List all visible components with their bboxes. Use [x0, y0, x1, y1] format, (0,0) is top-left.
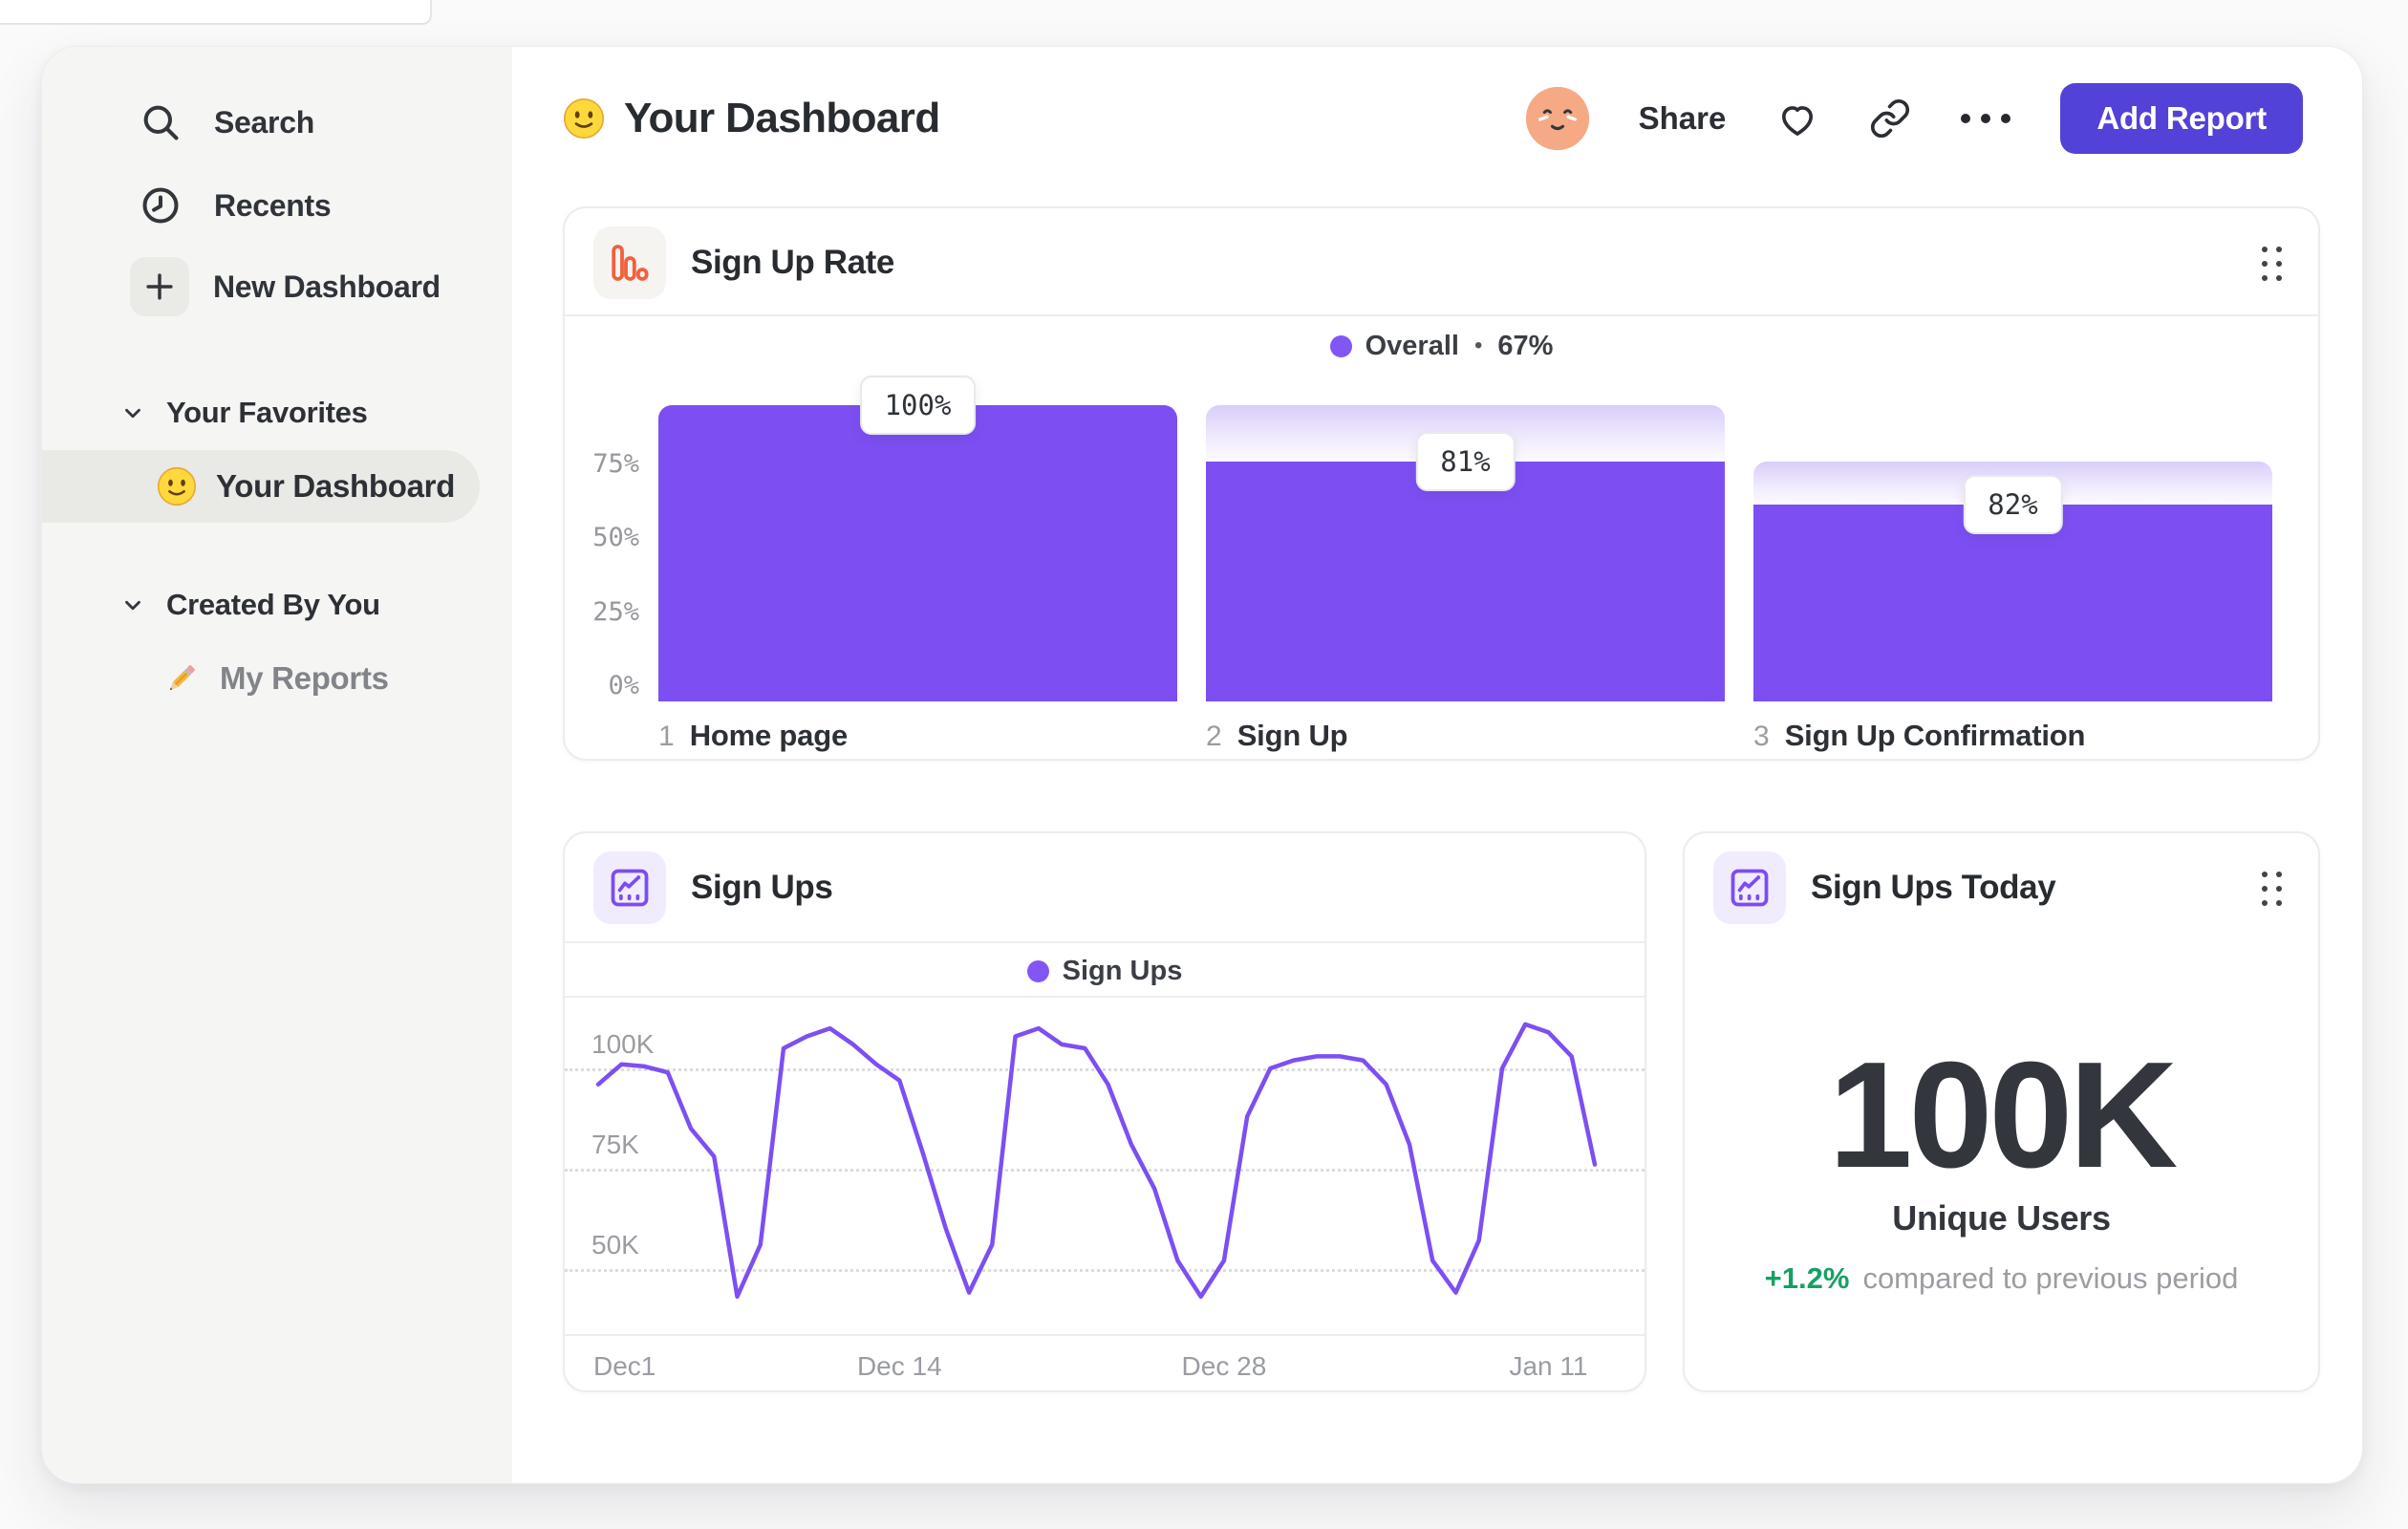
- drag-handle-icon[interactable]: [2262, 872, 2282, 906]
- sidebar-item-label: Recents: [214, 187, 332, 223]
- smiley-emoji-icon: [563, 97, 605, 140]
- step-number: 1: [658, 721, 675, 752]
- funnel-step-label: 2 Sign Up: [1206, 719, 1725, 753]
- sidebar: Search Recents New Dashboard Your Favori…: [42, 47, 512, 1483]
- funnel-bar[interactable]: 100%: [658, 376, 1177, 701]
- link-icon[interactable]: [1869, 97, 1911, 140]
- sign-ups-line: [595, 1022, 1598, 1300]
- funnel-step-label: 3 Sign Up Confirmation: [1753, 719, 2272, 753]
- sidebar-item-recents[interactable]: Recents: [42, 169, 512, 242]
- funnel-bar-converted: [1206, 461, 1725, 701]
- sidebar-item-my-reports[interactable]: My Reports: [42, 642, 480, 715]
- funnel-value-badge: 82%: [1963, 475, 2063, 535]
- funnel-step-labels: 1 Home page 2 Sign Up 3 Sign Up Confirmation: [658, 719, 2272, 753]
- card-title: Sign Ups: [691, 868, 833, 906]
- funnel-bar[interactable]: 82%: [1753, 405, 2272, 701]
- plus-icon: [129, 256, 190, 317]
- sidebar-section-label: Created By You: [166, 588, 380, 621]
- dashboard-header: Your Dashboard Share Add Report: [512, 47, 2362, 190]
- legend-dot-icon: [1329, 334, 1352, 357]
- bar-chart-icon: [593, 226, 666, 299]
- share-button[interactable]: Share: [1639, 100, 1727, 137]
- step-number: 2: [1206, 721, 1222, 752]
- legend-series-value: 67%: [1497, 330, 1554, 361]
- line-chart: 100K 75K 50K: [565, 996, 1645, 1334]
- funnel-bar[interactable]: 81%: [1206, 405, 1725, 701]
- step-name: Sign Up Confirmation: [1784, 719, 2086, 752]
- line-x-tick-label: Dec1: [593, 1351, 656, 1381]
- metric-delta-note: compared to previous period: [1862, 1261, 2239, 1295]
- funnel-y-tick-label: 75%: [592, 448, 639, 479]
- legend-series-name: Overall: [1365, 330, 1459, 361]
- sidebar-item-label: New Dashboard: [213, 269, 441, 304]
- chevron-down-icon: [120, 400, 145, 425]
- metric-value: 100K: [1828, 1031, 2179, 1199]
- sidebar-item-search[interactable]: Search: [42, 86, 512, 159]
- search-icon: [130, 92, 191, 153]
- add-report-button[interactable]: Add Report: [2060, 83, 2303, 154]
- smiley-emoji-icon: [157, 466, 197, 506]
- line-x-axis: Dec1 Dec 14 Dec 28 Jan 11: [565, 1334, 1645, 1392]
- sidebar-section-your-favorites[interactable]: Your Favorites: [42, 386, 512, 440]
- metric-delta: +1.2%: [1764, 1261, 1850, 1295]
- sign-ups-today-card: Sign Ups Today 100K Unique Users +1.2% c…: [1683, 831, 2320, 1392]
- legend-dot-icon: [1026, 959, 1049, 982]
- clock-icon: [130, 175, 191, 236]
- heart-icon[interactable]: [1775, 97, 1819, 140]
- card-title: Sign Up Rate: [691, 243, 894, 281]
- legend-series-name: Sign Ups: [1062, 955, 1183, 986]
- line-chart-icon: [593, 851, 666, 924]
- background-window-edge: [0, 0, 432, 25]
- sidebar-section-label: Your Favorites: [166, 396, 368, 429]
- page-title: Your Dashboard: [624, 95, 940, 141]
- line-x-tick-label: Jan 11: [1509, 1351, 1588, 1381]
- card-title: Sign Ups Today: [1811, 868, 2056, 906]
- metric-label: Unique Users: [1892, 1198, 2111, 1238]
- sidebar-item-new-dashboard[interactable]: New Dashboard: [42, 250, 512, 323]
- line-x-tick-label: Dec 28: [1181, 1351, 1267, 1381]
- funnel-y-tick-label: 25%: [592, 596, 639, 627]
- sidebar-item-label: My Reports: [220, 660, 389, 696]
- sign-up-rate-card: Sign Up Rate Overall • 67% 0% 25% 50% 75% 10…: [563, 206, 2320, 761]
- sidebar-item-your-dashboard[interactable]: Your Dashboard: [42, 450, 480, 523]
- funnel-legend: Overall • 67%: [565, 327, 2318, 365]
- more-options-icon[interactable]: [1961, 114, 2011, 123]
- funnel-chart: 0% 25% 50% 75% 100% 81% 82%: [565, 376, 2318, 701]
- funnel-bar-converted: [658, 405, 1177, 701]
- funnel-value-badge: 100%: [859, 376, 977, 435]
- funnel-y-tick-label: 0%: [608, 671, 639, 700]
- legend-separator: •: [1473, 333, 1483, 358]
- avatar[interactable]: [1525, 87, 1589, 150]
- sign-ups-card: Sign Ups Sign Ups 100K 75K 50K Dec1 Dec 14 D…: [563, 831, 1646, 1392]
- step-number: 3: [1753, 721, 1770, 752]
- sidebar-section-created-by-you[interactable]: Created By You: [42, 578, 512, 632]
- sidebar-item-label: Search: [214, 104, 314, 140]
- funnel-value-badge: 81%: [1415, 431, 1516, 491]
- step-name: Home page: [689, 719, 848, 752]
- chevron-down-icon: [120, 592, 145, 617]
- step-name: Sign Up: [1236, 719, 1348, 752]
- funnel-step-label: 1 Home page: [658, 719, 1177, 753]
- sidebar-item-label: Your Dashboard: [216, 468, 456, 504]
- line-chart-icon: [1713, 851, 1786, 924]
- pencil-emoji-icon: [162, 659, 201, 698]
- line-legend: Sign Ups: [565, 946, 1645, 996]
- app-window: Search Recents New Dashboard Your Favori…: [41, 46, 2363, 1484]
- drag-handle-icon[interactable]: [2262, 247, 2282, 281]
- line-x-tick-label: Dec 14: [856, 1351, 942, 1381]
- funnel-y-tick-label: 50%: [592, 523, 639, 552]
